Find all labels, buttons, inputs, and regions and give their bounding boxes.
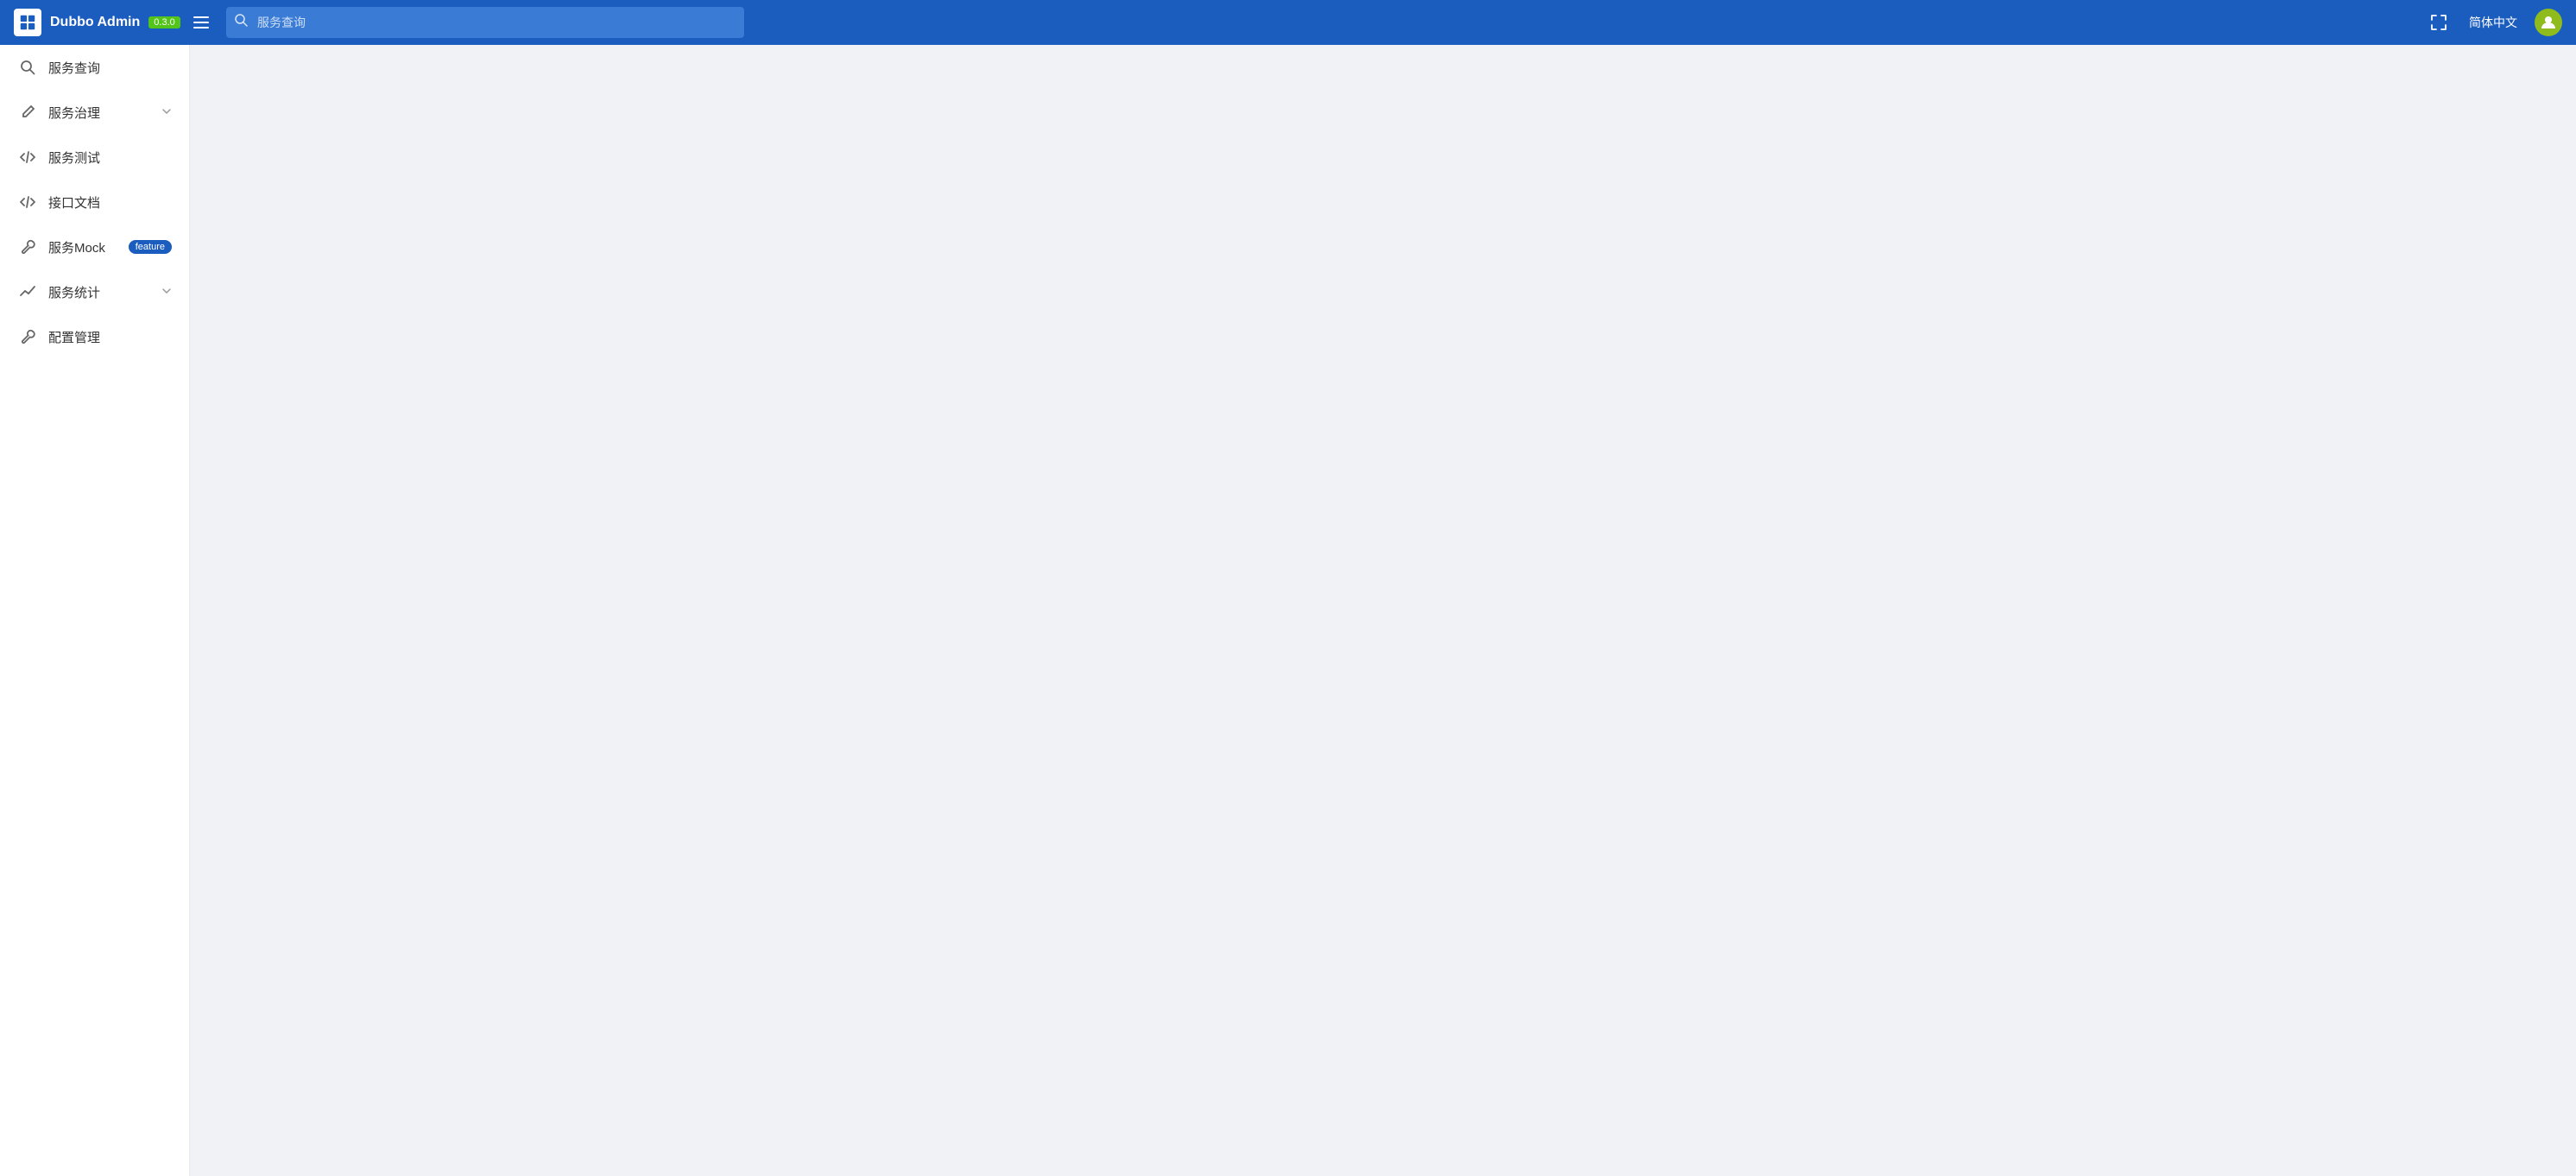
sidebar-item-service-search[interactable]: 服务查询 bbox=[0, 45, 189, 90]
sidebar-item-label: 接口文档 bbox=[48, 193, 172, 212]
navbar: Dubbo Admin 0.3.0 简体中文 bbox=[0, 0, 2576, 45]
sidebar-item-service-mock[interactable]: 服务Mock feature bbox=[0, 224, 189, 269]
avatar[interactable] bbox=[2535, 9, 2562, 36]
main-content bbox=[190, 45, 2576, 1176]
sidebar: 服务查询服务治理服务测试接口文档服务Mock feature 服务统计配置管理 bbox=[0, 45, 190, 1176]
search-bar bbox=[226, 7, 744, 38]
search-input[interactable] bbox=[226, 7, 744, 38]
sidebar-item-service-test[interactable]: 服务测试 bbox=[0, 135, 189, 180]
sidebar-item-config-management[interactable]: 配置管理 bbox=[0, 314, 189, 359]
chevron-down-icon bbox=[161, 106, 172, 119]
sidebar-item-label: 服务统计 bbox=[48, 283, 161, 301]
code-icon bbox=[17, 147, 38, 168]
sidebar-item-label: 服务测试 bbox=[48, 149, 172, 167]
chevron-down-icon bbox=[161, 286, 172, 299]
sidebar-item-label: 服务治理 bbox=[48, 104, 161, 122]
chart-icon bbox=[17, 281, 38, 302]
wrench-icon bbox=[17, 326, 38, 347]
sidebar-item-label: 服务Mock bbox=[48, 238, 122, 256]
wrench-icon bbox=[17, 237, 38, 257]
brand-logo bbox=[14, 9, 41, 36]
code-icon bbox=[17, 192, 38, 212]
navbar-right: 简体中文 bbox=[2426, 9, 2562, 36]
layout: 服务查询服务治理服务测试接口文档服务Mock feature 服务统计配置管理 bbox=[0, 0, 2576, 1176]
feature-badge: feature bbox=[129, 240, 172, 254]
sidebar-item-api-docs[interactable]: 接口文档 bbox=[0, 180, 189, 224]
sidebar-item-service-stats[interactable]: 服务统计 bbox=[0, 269, 189, 314]
menu-toggle-button[interactable] bbox=[186, 8, 216, 37]
version-badge: 0.3.0 bbox=[148, 16, 180, 28]
language-button[interactable]: 简体中文 bbox=[2469, 14, 2517, 31]
search-icon bbox=[17, 57, 38, 78]
fullscreen-button[interactable] bbox=[2426, 9, 2452, 35]
brand-title: Dubbo Admin bbox=[50, 15, 140, 30]
edit-icon bbox=[17, 102, 38, 123]
brand: Dubbo Admin 0.3.0 bbox=[14, 9, 186, 36]
sidebar-item-service-governance[interactable]: 服务治理 bbox=[0, 90, 189, 135]
sidebar-item-label: 配置管理 bbox=[48, 328, 172, 346]
sidebar-item-label: 服务查询 bbox=[48, 59, 172, 77]
